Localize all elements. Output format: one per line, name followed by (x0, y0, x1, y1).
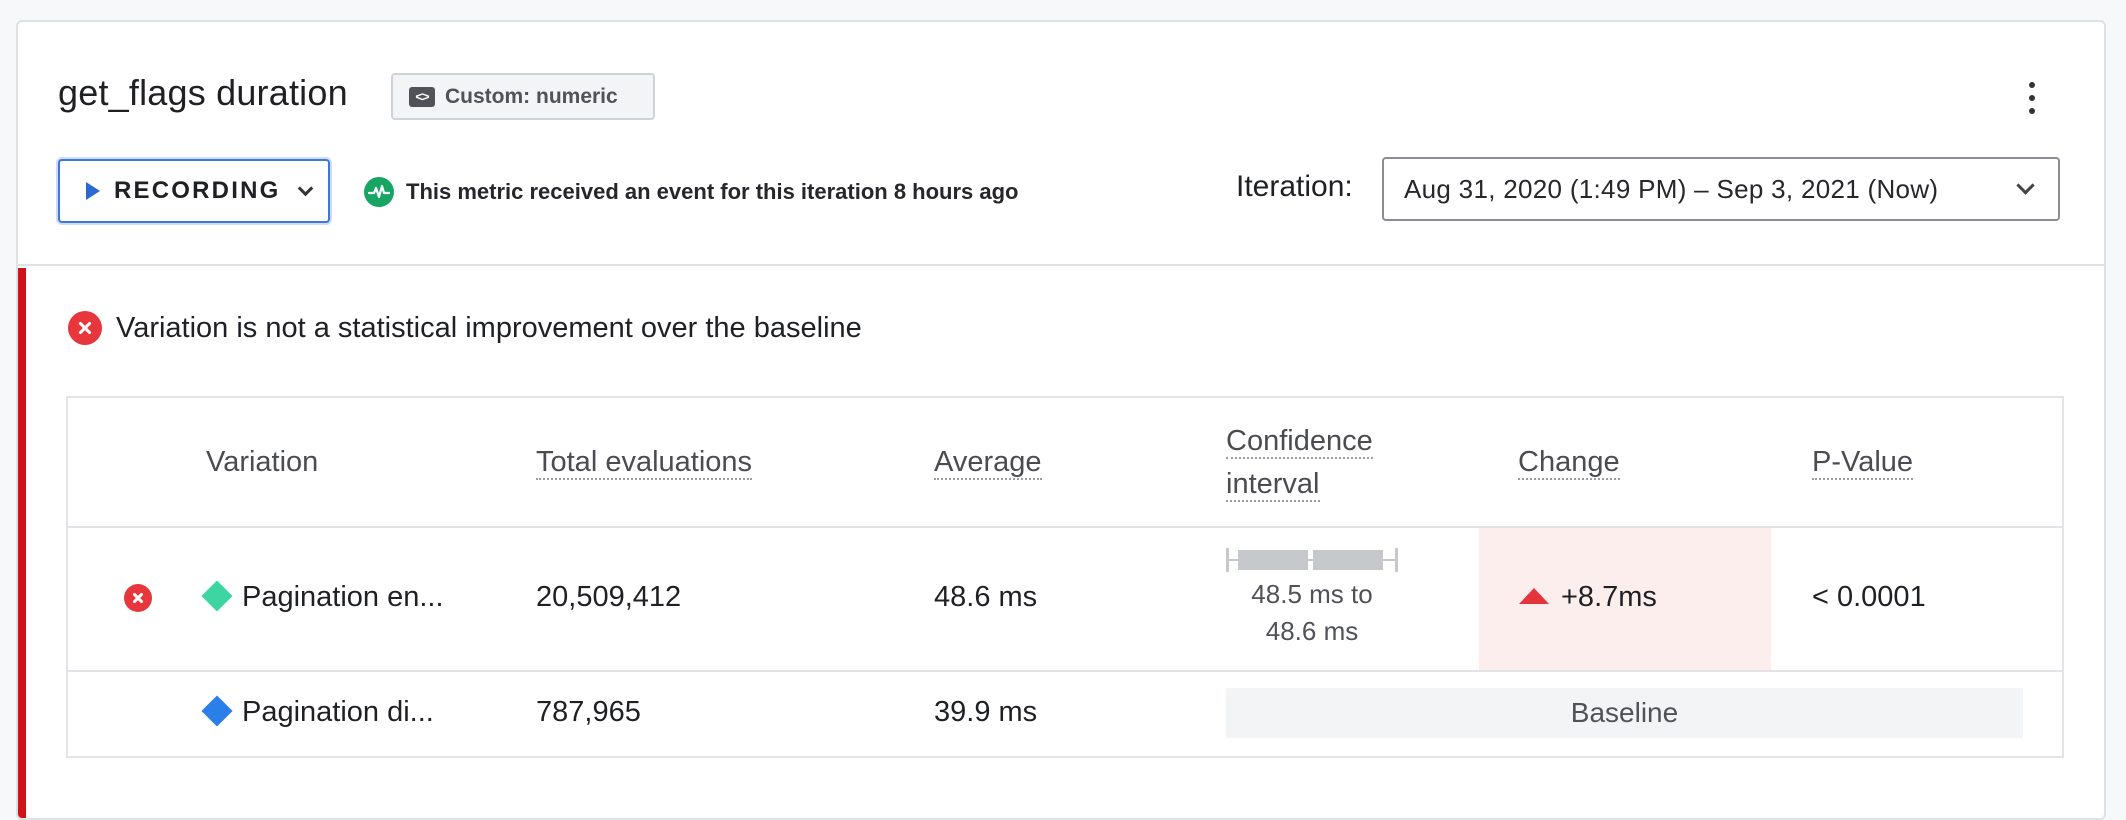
p-value: < 0.0001 (1812, 581, 1926, 613)
confidence-interval-text: 48.5 ms to 48.6 ms (1251, 579, 1373, 646)
column-change[interactable]: Change (1518, 441, 1620, 484)
recording-label: RECORDING (114, 177, 281, 204)
total-evaluations: 20,509,412 (536, 581, 682, 613)
iteration-selected-value: Aug 31, 2020 (1:49 PM) – Sep 3, 2021 (No… (1404, 173, 1939, 204)
variation-color-icon (201, 580, 233, 612)
chevron-down-icon (2016, 176, 2035, 195)
metric-type-label: Custom: numeric (445, 84, 618, 108)
baseline-label: Baseline (1226, 688, 2023, 738)
kebab-menu-icon[interactable] (2022, 78, 2042, 118)
column-p-value[interactable]: P-Value (1812, 441, 1914, 484)
average: 39.9 ms (934, 696, 1038, 728)
event-status-text: This metric received an event for this i… (406, 179, 1019, 204)
results-table: Variation Total evaluations Average Conf… (66, 396, 2064, 758)
chevron-down-icon (298, 180, 314, 196)
iteration-label: Iteration: (1236, 170, 1353, 203)
metric-card: get_flags duration <> Custom: numeric RE… (16, 20, 2106, 820)
change-value: +8.7ms (1519, 581, 1657, 614)
metric-type-badge: <> Custom: numeric (391, 73, 655, 120)
table-row: Pagination en... 20,509,412 48.6 ms 48.5… (68, 528, 2062, 672)
confidence-interval-bar (1226, 548, 1398, 572)
iteration-select[interactable]: Aug 31, 2020 (1:49 PM) – Sep 3, 2021 (No… (1382, 157, 2060, 221)
variation-name[interactable]: Pagination di... (201, 695, 434, 729)
change-cell: +8.7ms (1479, 528, 1771, 670)
result-message: Variation is not a statistical improveme… (116, 311, 862, 344)
average: 48.6 ms (934, 581, 1038, 613)
metric-header: get_flags duration <> Custom: numeric RE… (18, 22, 2104, 266)
pulse-icon (364, 177, 394, 207)
total-evaluations: 787,965 (536, 696, 641, 728)
recording-button[interactable]: RECORDING (58, 159, 330, 223)
error-icon (124, 584, 152, 612)
metric-title: get_flags duration (58, 72, 348, 113)
play-icon (86, 182, 100, 200)
column-average[interactable]: Average (934, 441, 1042, 484)
event-status: This metric received an event for this i… (364, 177, 1019, 207)
column-total-evaluations[interactable]: Total evaluations (536, 441, 753, 484)
status-bar (18, 268, 26, 818)
variation-color-icon (201, 695, 233, 727)
column-confidence-interval[interactable]: Confidence interval (1226, 420, 1373, 506)
result-banner: Variation is not a statistical improveme… (68, 311, 862, 345)
arrow-up-icon (1519, 588, 1549, 604)
table-header: Variation Total evaluations Average Conf… (68, 398, 2062, 528)
column-variation: Variation (206, 446, 319, 478)
variation-name[interactable]: Pagination en... (201, 580, 444, 614)
error-icon (68, 311, 102, 345)
code-icon: <> (409, 86, 435, 107)
table-row: Pagination di... 787,965 39.9 ms Baselin… (68, 672, 2062, 758)
